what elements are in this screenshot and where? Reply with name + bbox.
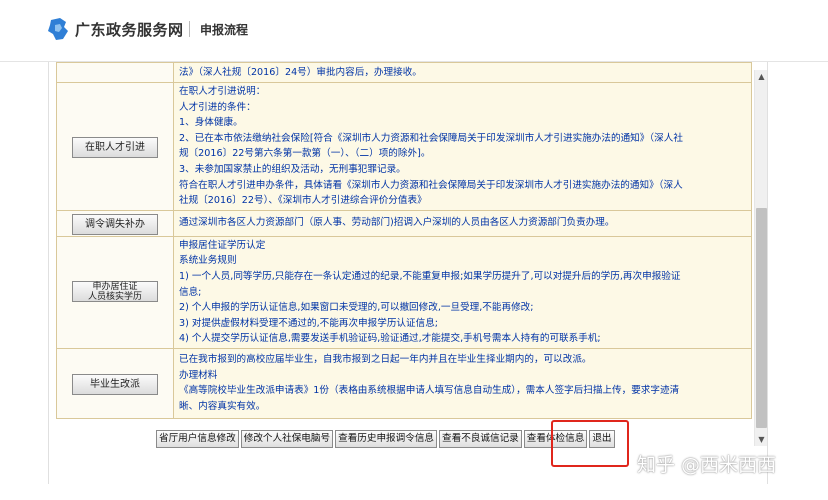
- table-row: 申办居住证 人员核实学历 申报居住证学历认定 系统业务规则 1) 一个人员,同等…: [56, 235, 752, 349]
- graduate-reassignment-button[interactable]: 毕业生改派: [72, 373, 158, 395]
- application-process-table: 法》（深人社规〔2016〕24号）审批内容后，办理接收。 在职人才引进 在职人才…: [56, 62, 752, 419]
- talent-introduction-button[interactable]: 在职人才引进: [72, 136, 158, 158]
- row-content-cell: 已在我市报到的高校应届毕业生，自我市报到之日起一年内并且在毕业生择业期内的，可以…: [173, 347, 752, 419]
- transfer-order-reissue-button[interactable]: 调令调失补办: [72, 213, 158, 235]
- content-line: 法》（深人社规〔2016〕24号）审批内容后，办理接收。: [179, 67, 422, 79]
- row-label-cell: 申办居住证 人员核实学历: [56, 235, 174, 349]
- content-line: 4) 个人提交学历认证信息,需要发送手机验证码,验证通过,才能提交,手机号需本人…: [179, 333, 601, 345]
- row-label-cell: 调令调失补办: [56, 209, 174, 237]
- content-line: 人才引进的条件：: [179, 101, 256, 113]
- scroll-down-arrow-icon[interactable]: ▼: [755, 433, 768, 446]
- content-line: 1) 一个人员,同等学历,只能存在一条认定通过的纪录,不能重复申报;如果学历提升…: [179, 270, 681, 282]
- red-highlight-box: [551, 420, 629, 467]
- content-line: 符合在职人才引进申办条件，具体请看《深圳市人力资源和社会保障局关于印发深圳市人才…: [179, 179, 683, 191]
- header-divider: [189, 21, 190, 37]
- edit-social-security-number-button[interactable]: 修改个人社保电脑号: [240, 430, 334, 448]
- breadcrumb[interactable]: 申报流程: [200, 21, 248, 38]
- vertical-scrollbar[interactable]: ▲ ▼: [754, 70, 767, 446]
- table-row: 在职人才引进 在职人才引进说明： 人才引进的条件： 1、身体健康。 2、已在本市…: [56, 82, 752, 211]
- content-line: 晰、内容真实有效。: [179, 401, 266, 412]
- content-line: 3、未参加国家禁止的组织及活动，无刑事犯罪记录。: [179, 163, 406, 175]
- row-label-cell: 在职人才引进: [56, 82, 174, 211]
- content-line: 信息;: [179, 286, 202, 298]
- content-line: 2) 个人申报的学历认证信息,如果窗口未受理的,可以撤回修改,一旦受理,不能再修…: [179, 302, 534, 314]
- content-line: 通过深圳市各区人力资源部门（原人事、劳动部门)招调入户深圳的人员由各区人力资源部…: [179, 217, 615, 229]
- site-name[interactable]: 广东政务服务网: [75, 19, 184, 40]
- button-label-line: 申办居住证: [92, 282, 138, 293]
- row-content-cell: 在职人才引进说明： 人才引进的条件： 1、身体健康。 2、已在本市依法缴纳社会保…: [173, 82, 752, 211]
- content-line: 办理材料: [179, 369, 218, 381]
- row-content-cell: 通过深圳市各区人力资源部门（原人事、劳动部门)招调入户深圳的人员由各区人力资源部…: [173, 209, 752, 237]
- button-label-line: 人员核实学历: [87, 292, 142, 303]
- edit-provincial-user-info-button[interactable]: 省厅用户信息修改: [156, 430, 239, 448]
- content-line: 2、已在本市依法缴纳社会保险[符合《深圳市人力资源和社会保障局关于印发深圳市人才…: [179, 132, 683, 144]
- content-line: 规〔2016〕22号第六条第一款第（一）、（二）项的除外]。: [179, 148, 431, 160]
- guangdong-gov-logo-icon[interactable]: [47, 17, 69, 41]
- scroll-up-arrow-icon[interactable]: ▲: [755, 70, 768, 83]
- residence-permit-education-verify-button[interactable]: 申办居住证 人员核实学历: [72, 281, 158, 303]
- content-line: 已在我市报到的高校应届毕业生，自我市报到之日起一年内并且在毕业生择业期内的，可以…: [179, 354, 592, 366]
- action-button-bar: 省厅用户信息修改 修改个人社保电脑号 查看历史申报调令信息 查看不良诚信记录 查看体检信…: [156, 430, 617, 448]
- table-row: 法》（深人社规〔2016〕24号）审批内容后，办理接收。: [56, 62, 752, 83]
- site-header: 广东政务服务网 申报流程: [0, 0, 828, 62]
- content-line: 申报居住证学历认定: [179, 239, 266, 251]
- table-row: 毕业生改派 已在我市报到的高校应届毕业生，自我市报到之日起一年内并且在毕业生择业…: [56, 347, 752, 419]
- table-row: 调令调失补办 通过深圳市各区人力资源部门（原人事、劳动部门)招调入户深圳的人员由…: [56, 209, 752, 237]
- row-content-cell: 法》（深人社规〔2016〕24号）审批内容后，办理接收。: [173, 62, 752, 83]
- view-bad-credit-record-button[interactable]: 查看不良诚信记录: [439, 430, 522, 448]
- view-transfer-history-button[interactable]: 查看历史申报调令信息: [335, 430, 438, 448]
- content-line: 1、身体健康。: [179, 117, 243, 129]
- row-label-cell: 毕业生改派: [56, 347, 174, 419]
- content-line: 3) 对提供虚假材料受理不通过的,不能再次申报学历认证信息;: [179, 317, 439, 329]
- row-label-cell: [56, 62, 174, 83]
- content-line: 《高等院校毕业生改派申请表》1份（表格由系统根据申请人填写信息自动生成），需本人…: [179, 385, 680, 397]
- content-line: 社规〔2016〕22号）、《深圳市人才引进综合评价分值表》: [179, 195, 427, 207]
- content-line: 在职人才引进说明：: [179, 86, 266, 97]
- scrollbar-thumb[interactable]: [756, 208, 767, 428]
- watermark: 知乎 @西米西西: [637, 454, 777, 476]
- row-content-cell: 申报居住证学历认定 系统业务规则 1) 一个人员,同等学历,只能存在一条认定通过…: [173, 235, 752, 349]
- content-line: 系统业务规则: [179, 255, 237, 267]
